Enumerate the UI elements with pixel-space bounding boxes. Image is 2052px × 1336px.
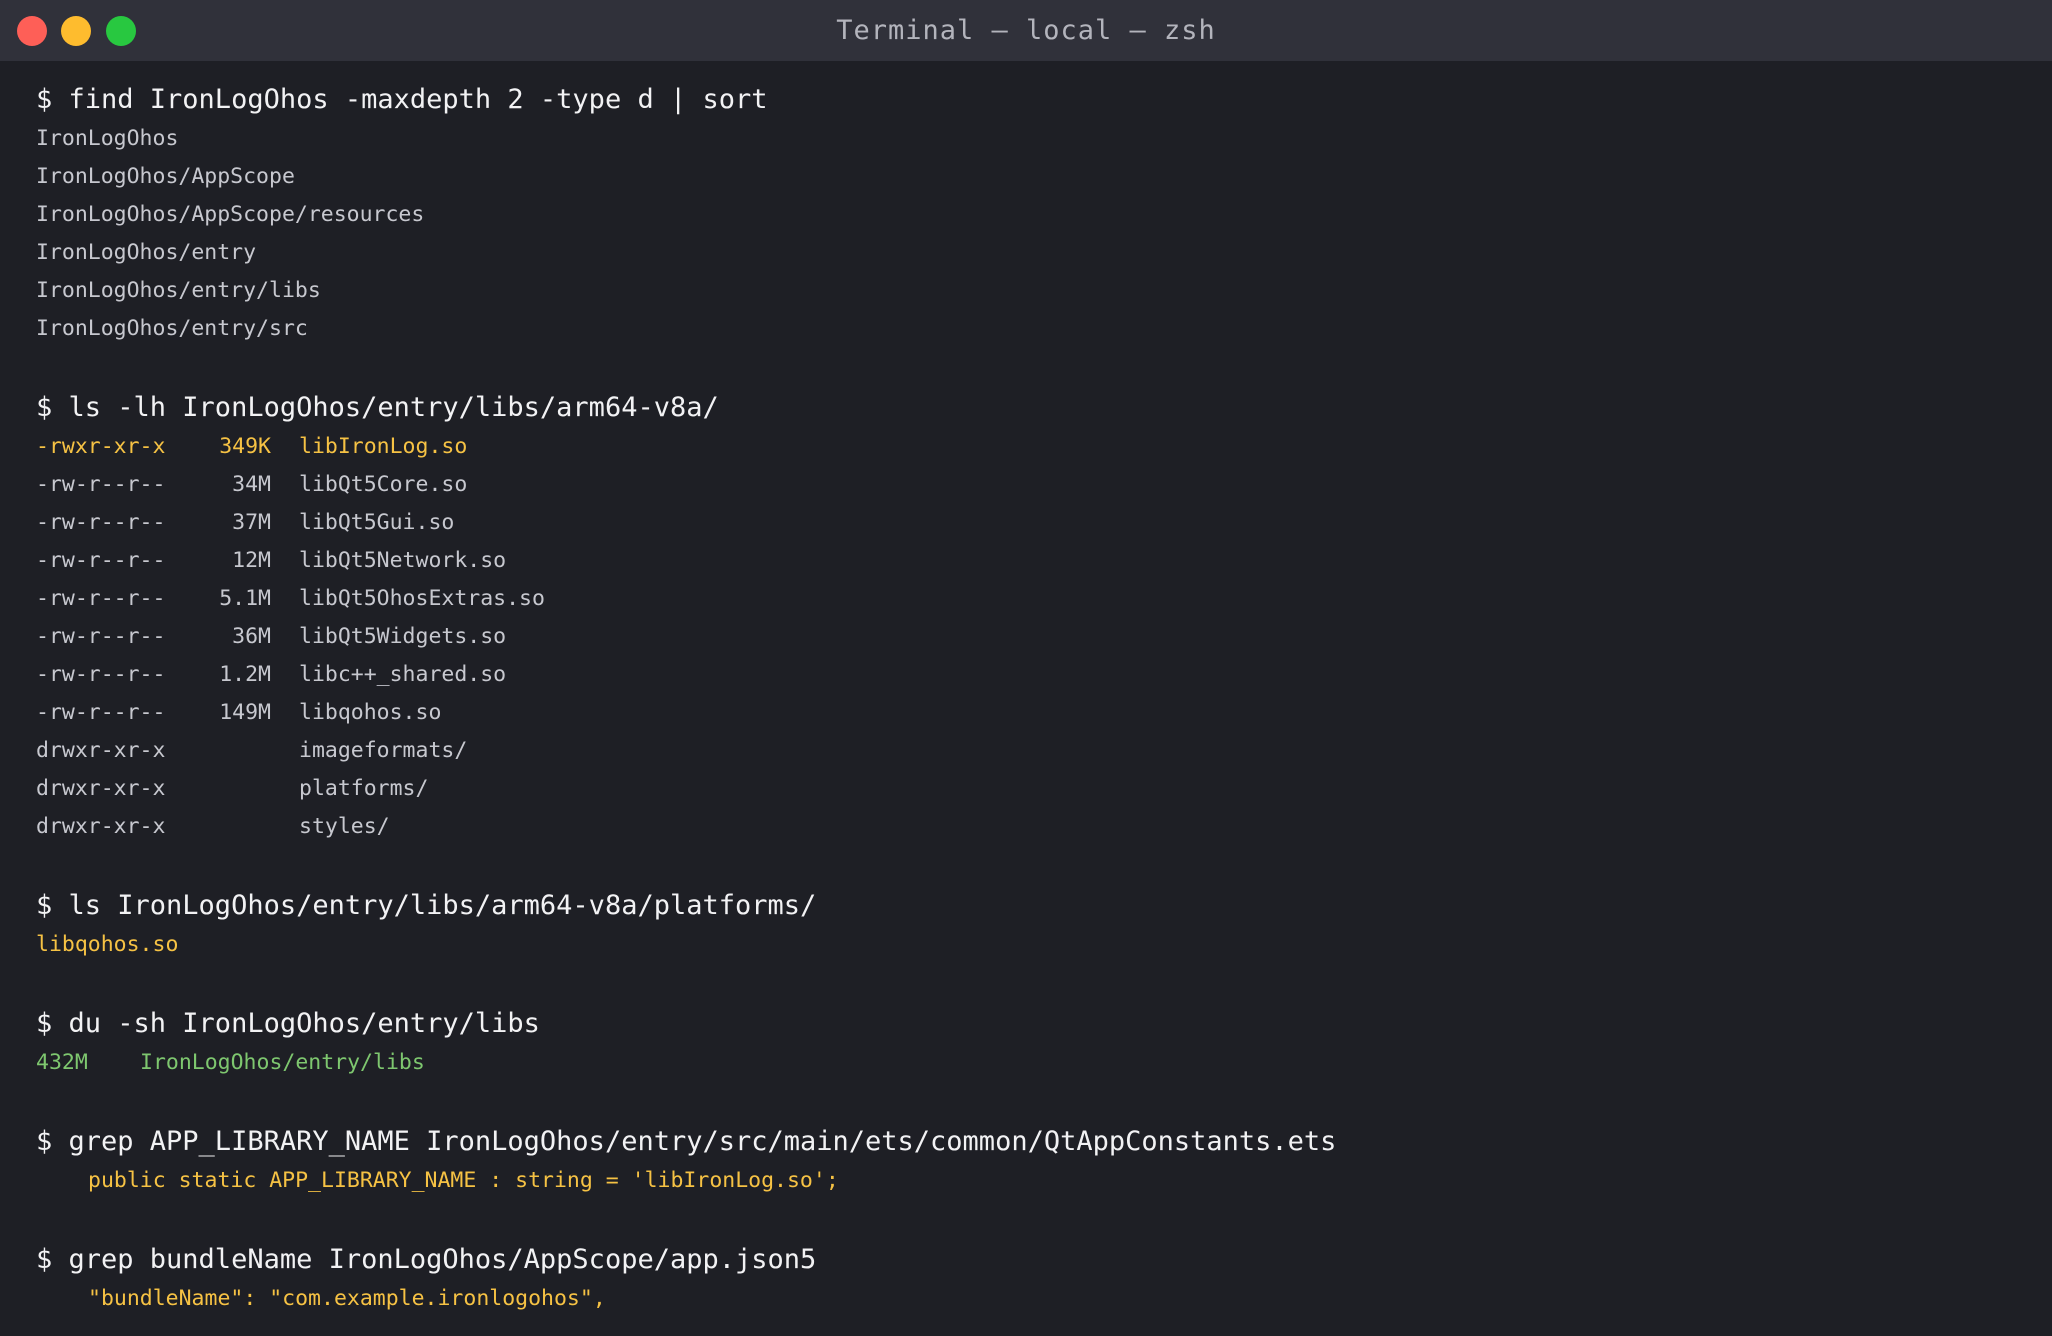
file-listing-row: -rw-r--r-- 36M libQt5Widgets.so <box>36 618 2032 656</box>
file-permissions: -rw-r--r-- <box>36 662 166 687</box>
file-listing-row: -rwxr-xr-x 349K libIronLog.so <box>36 428 2032 466</box>
grep-match-line: public static APP_LIBRARY_NAME : string … <box>36 1162 2032 1200</box>
file-name: libqohos.so <box>299 700 442 725</box>
file-name: libQt5Network.so <box>299 548 507 573</box>
file-listing-row: -rw-r--r-- 5.1M libQt5OhosExtras.so <box>36 580 2032 618</box>
disk-usage-line: 432M IronLogOhos/entry/libs <box>36 1044 2032 1082</box>
file-size: 12M <box>232 548 271 573</box>
file-name: libQt5OhosExtras.so <box>299 586 545 611</box>
file-name: styles/ <box>299 814 390 839</box>
file-permissions: -rw-r--r-- <box>36 624 166 649</box>
file-name: imageformats/ <box>299 738 468 763</box>
file-listing-row: drwxr-xr-x imageformats/ <box>36 732 2032 770</box>
file-size: 34M <box>232 472 271 497</box>
file-name: libQt5Widgets.so <box>299 624 507 649</box>
file-listing-row: drwxr-xr-x platforms/ <box>36 770 2032 808</box>
file-size: 36M <box>232 624 271 649</box>
file-size: 1.2M <box>219 662 271 687</box>
disk-usage-size: 432M <box>36 1050 88 1075</box>
file-permissions: drwxr-xr-x <box>36 738 166 763</box>
command-line: $ find IronLogOhos -maxdepth 2 -type d |… <box>36 84 768 115</box>
grep-match-text: "bundleName": "com.example.ironlogohos", <box>88 1286 606 1311</box>
output-line: IronLogOhos/AppScope <box>36 164 295 189</box>
file-permissions: -rw-r--r-- <box>36 548 166 573</box>
output-line: IronLogOhos/entry/src <box>36 316 308 341</box>
file-name: libIronLog.so <box>299 434 468 459</box>
file-name: libQt5Core.so <box>299 472 468 497</box>
output-line: IronLogOhos <box>36 126 179 151</box>
output-line: libqohos.so <box>36 932 179 957</box>
file-listing-row: -rw-r--r-- 37M libQt5Gui.so <box>36 504 2032 542</box>
find-command-block: $ find IronLogOhos -maxdepth 2 -type d |… <box>36 80 2032 348</box>
file-size: 5.1M <box>219 586 271 611</box>
file-permissions: drwxr-xr-x <box>36 814 166 839</box>
file-permissions: -rw-r--r-- <box>36 472 166 497</box>
file-permissions: -rw-r--r-- <box>36 700 166 725</box>
command-line: $ ls IronLogOhos/entry/libs/arm64-v8a/pl… <box>36 890 817 921</box>
disk-usage-path: IronLogOhos/entry/libs <box>140 1050 425 1075</box>
command-line: $ ls -lh IronLogOhos/entry/libs/arm64-v8… <box>36 392 719 423</box>
file-name: platforms/ <box>299 776 429 801</box>
grep-library-command-block: $ grep APP_LIBRARY_NAME IronLogOhos/entr… <box>36 1122 2032 1200</box>
file-listing-row: -rw-r--r-- 34M libQt5Core.so <box>36 466 2032 504</box>
output-line: IronLogOhos/entry <box>36 240 257 265</box>
file-name: libQt5Gui.so <box>299 510 455 535</box>
file-listing-row: -rw-r--r-- 12M libQt5Network.so <box>36 542 2032 580</box>
file-listing-row: drwxr-xr-x styles/ <box>36 808 2032 846</box>
file-size: 149M <box>219 700 271 725</box>
file-size: 37M <box>232 510 271 535</box>
file-size: 349K <box>219 434 271 459</box>
du-command-block: $ du -sh IronLogOhos/entry/libs 432M Iron… <box>36 1004 2032 1082</box>
grep-match-line: "bundleName": "com.example.ironlogohos", <box>36 1280 2032 1318</box>
grep-bundle-command-block: $ grep bundleName IronLogOhos/AppScope/a… <box>36 1240 2032 1318</box>
command-line: $ grep bundleName IronLogOhos/AppScope/a… <box>36 1244 817 1275</box>
ls-libs-command-block: $ ls -lh IronLogOhos/entry/libs/arm64-v8… <box>36 388 2032 846</box>
command-line: $ du -sh IronLogOhos/entry/libs <box>36 1008 540 1039</box>
grep-match-text: public static APP_LIBRARY_NAME : string … <box>88 1168 839 1193</box>
file-listing-row: -rw-r--r-- 1.2M libc++_shared.so <box>36 656 2032 694</box>
file-name: libc++_shared.so <box>299 662 507 687</box>
title-bar[interactable]: Terminal — local — zsh <box>0 0 2052 61</box>
file-permissions: -rw-r--r-- <box>36 510 166 535</box>
ls-platforms-command-block: $ ls IronLogOhos/entry/libs/arm64-v8a/pl… <box>36 886 2032 964</box>
file-permissions: -rwxr-xr-x <box>36 434 166 459</box>
file-permissions: drwxr-xr-x <box>36 776 166 801</box>
terminal-window: Terminal — local — zsh $ find IronLogOho… <box>0 0 2052 1336</box>
file-listing-row: -rw-r--r-- 149M libqohos.so <box>36 694 2032 732</box>
terminal-output[interactable]: $ find IronLogOhos -maxdepth 2 -type d |… <box>36 80 2032 1336</box>
output-line: IronLogOhos/AppScope/resources <box>36 202 425 227</box>
window-title: Terminal — local — zsh <box>836 15 1216 46</box>
output-line: IronLogOhos/entry/libs <box>36 278 321 303</box>
file-permissions: -rw-r--r-- <box>36 586 166 611</box>
command-line: $ grep APP_LIBRARY_NAME IronLogOhos/entr… <box>36 1126 1337 1157</box>
